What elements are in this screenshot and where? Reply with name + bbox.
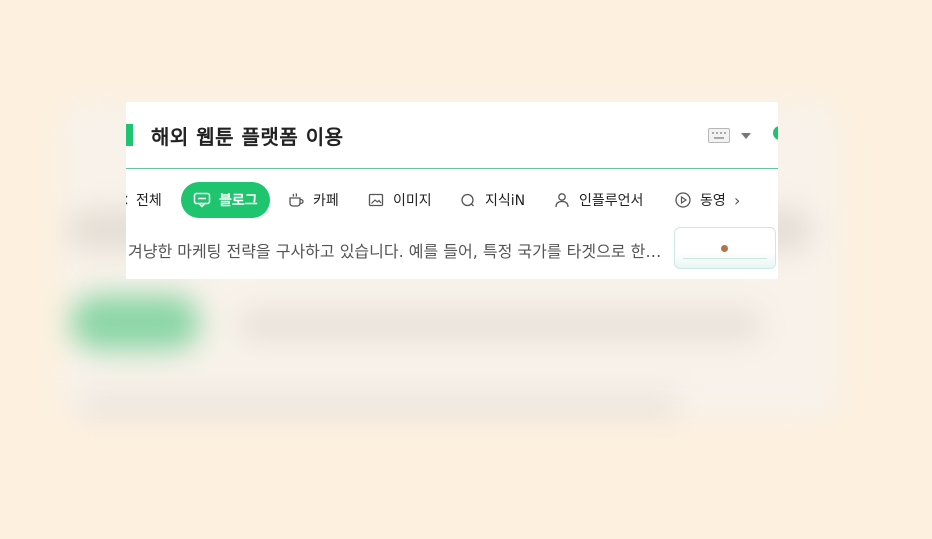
tab-label: 카페 <box>313 193 339 209</box>
tab-label: 이미지 <box>393 193 432 209</box>
tab-label: 전체 <box>136 193 162 209</box>
tab-label: 동영 <box>700 193 726 209</box>
tab-label: 지식iN <box>485 193 526 209</box>
keyboard-icon[interactable] <box>708 128 730 143</box>
tab-video[interactable]: 동영 <box>674 182 726 218</box>
brand-accent-bar <box>126 124 133 146</box>
person-icon <box>553 191 571 209</box>
video-icon <box>674 191 692 209</box>
cafe-icon <box>287 191 305 209</box>
blog-icon <box>193 191 211 209</box>
tab-influencer[interactable]: 인플루언서 <box>553 182 643 218</box>
chevron-right-icon[interactable]: › <box>734 191 740 210</box>
tab-label: 블로그 <box>219 193 258 209</box>
knowledge-icon <box>459 191 477 209</box>
result-snippet[interactable]: 겨냥한 마케팅 전략을 구사하고 있습니다. 예를 들어, 특정 국가를 타겟으… <box>128 238 663 262</box>
image-icon <box>367 191 385 209</box>
all-icon <box>126 191 128 209</box>
tab-cafe[interactable]: 카페 <box>287 182 339 218</box>
search-query-title[interactable]: 해외 웹툰 플랫폼 이용 <box>151 121 344 150</box>
tab-all[interactable]: 전체 <box>126 182 162 218</box>
snippet-previous-line: ········································… <box>126 223 666 233</box>
tab-knowledge[interactable]: 지식iN <box>459 182 525 218</box>
search-results-panel: 해외 웹툰 플랫폼 이용 전체 블로그 카페 이미지 지식iN 인플루언서 동영… <box>126 102 778 279</box>
search-tabs: 전체 블로그 카페 이미지 지식iN 인플루언서 동영 <box>126 182 778 218</box>
tab-label: 인플루언서 <box>579 193 644 209</box>
result-thumbnail[interactable] <box>674 227 776 269</box>
search-button[interactable] <box>773 126 778 140</box>
tab-blog[interactable]: 블로그 <box>181 182 270 218</box>
search-header: 해외 웹툰 플랫폼 이용 <box>126 102 778 169</box>
chevron-down-icon[interactable] <box>741 133 751 139</box>
tab-image[interactable]: 이미지 <box>367 182 432 218</box>
